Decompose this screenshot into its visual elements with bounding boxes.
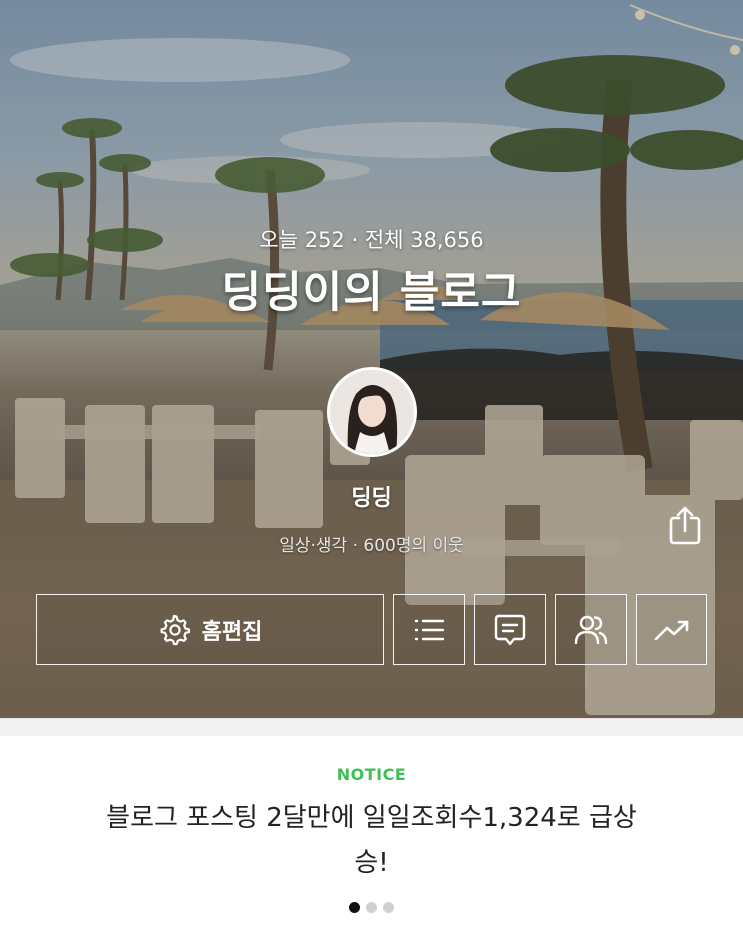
blog-cover: 오늘 252 · 전체 38,656 딩딩이의 블로그 딩딩 일상·생각 · 6… bbox=[0, 0, 743, 718]
avatar[interactable] bbox=[327, 367, 417, 457]
notice-text[interactable]: 블로그 포스팅 2달만에 일일조회수1,324로 급상승! bbox=[90, 796, 653, 886]
notice-pager bbox=[0, 902, 743, 913]
blog-title[interactable]: 딩딩이의 블로그 bbox=[0, 258, 743, 320]
home-edit-label: 홈편집 bbox=[201, 619, 263, 645]
pager-dot[interactable] bbox=[349, 902, 360, 913]
pager-dot[interactable] bbox=[366, 902, 377, 913]
profile-photo bbox=[330, 370, 414, 454]
list-icon bbox=[414, 619, 445, 640]
visitor-stats: 오늘 252 · 전체 38,656 bbox=[259, 228, 484, 252]
share-icon bbox=[669, 506, 701, 545]
section-divider bbox=[0, 718, 743, 736]
gear-icon bbox=[160, 614, 190, 645]
stats-button[interactable] bbox=[636, 594, 707, 665]
post-list-button[interactable] bbox=[393, 594, 465, 665]
neighbors-button[interactable] bbox=[555, 594, 627, 665]
blog-meta[interactable]: 일상·생각 · 600명의 이웃 bbox=[0, 531, 743, 556]
memo-icon bbox=[494, 614, 526, 645]
trend-icon bbox=[654, 620, 688, 640]
neighbors-icon bbox=[574, 615, 608, 644]
nickname[interactable]: 딩딩 bbox=[0, 480, 743, 512]
pager-dot[interactable] bbox=[383, 902, 394, 913]
share-button[interactable] bbox=[663, 502, 707, 548]
home-edit-button[interactable]: 홈편집 bbox=[36, 594, 384, 665]
memo-button[interactable] bbox=[474, 594, 546, 665]
notice-label: NOTICE bbox=[336, 765, 407, 784]
